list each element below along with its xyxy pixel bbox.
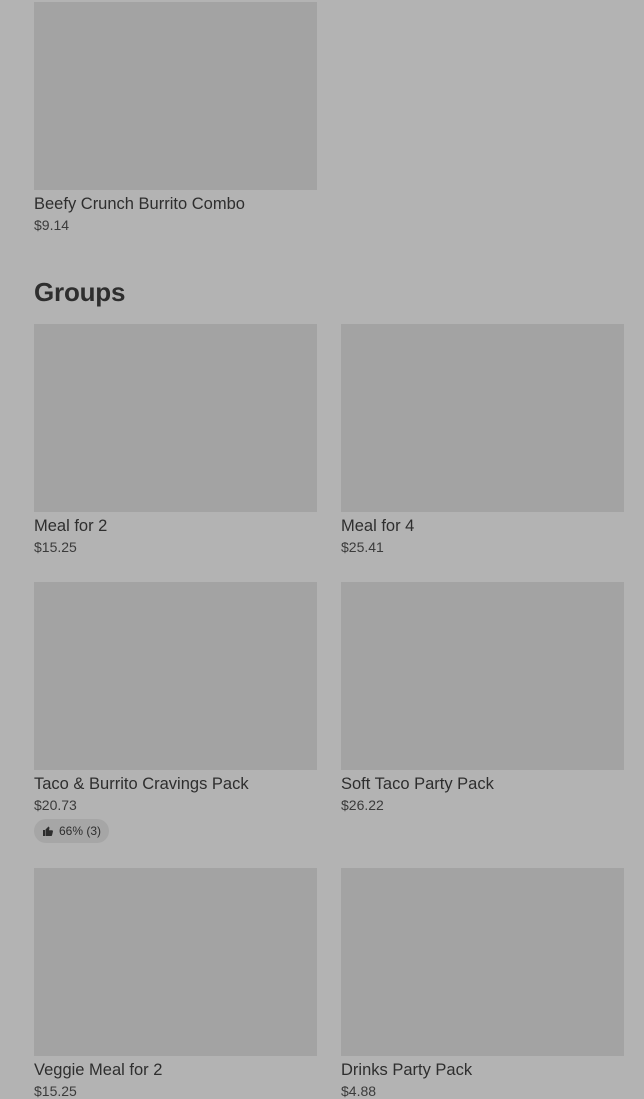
menu-item-name: Beefy Crunch Burrito Combo: [34, 195, 245, 213]
menu-item-name: Veggie Meal for 2: [34, 1061, 163, 1079]
menu-item-card[interactable]: Drinks Party Pack $4.88: [341, 868, 624, 1099]
menu-item-image[interactable]: [34, 324, 317, 512]
menu-item-image[interactable]: [34, 2, 317, 190]
menu-item-price: $26.22: [341, 797, 384, 813]
menu-item-name: Meal for 4: [341, 517, 415, 535]
menu-item-card[interactable]: Meal for 2 $15.25: [34, 324, 317, 555]
menu-item-image[interactable]: [341, 868, 624, 1056]
menu-item-price: $9.14: [34, 217, 70, 233]
menu-item-image[interactable]: [341, 324, 624, 512]
menu-item-card[interactable]: Veggie Meal for 2 $15.25: [34, 868, 317, 1099]
rating-text: 66% (3): [59, 824, 102, 838]
menu-item-card[interactable]: Beefy Crunch Burrito Combo $9.14: [34, 2, 317, 233]
menu-item-image[interactable]: [34, 582, 317, 770]
menu-item-price: $15.25: [34, 1083, 77, 1099]
menu-item-name: Soft Taco Party Pack: [341, 775, 494, 793]
menu-item-price: $20.73: [34, 797, 77, 813]
menu-item-card[interactable]: Meal for 4 $25.41: [341, 324, 624, 555]
menu-item-name: Meal for 2: [34, 517, 108, 535]
menu-item-price: $4.88: [341, 1083, 377, 1099]
menu-item-name: Drinks Party Pack: [341, 1061, 473, 1079]
menu-item-price: $15.25: [34, 539, 77, 555]
menu-item-card[interactable]: Taco & Burrito Cravings Pack $20.73 66% …: [34, 582, 317, 843]
menu-item-image[interactable]: [34, 868, 317, 1056]
menu-item-price: $25.41: [341, 539, 384, 555]
thumbs-up-icon: [43, 826, 53, 836]
rating-badge: 66% (3): [34, 819, 110, 843]
menu-item-card[interactable]: Soft Taco Party Pack $26.22: [341, 582, 624, 813]
menu-item-image[interactable]: [341, 582, 624, 770]
menu-item-name: Taco & Burrito Cravings Pack: [34, 775, 249, 793]
section-title-groups: Groups: [34, 277, 126, 307]
